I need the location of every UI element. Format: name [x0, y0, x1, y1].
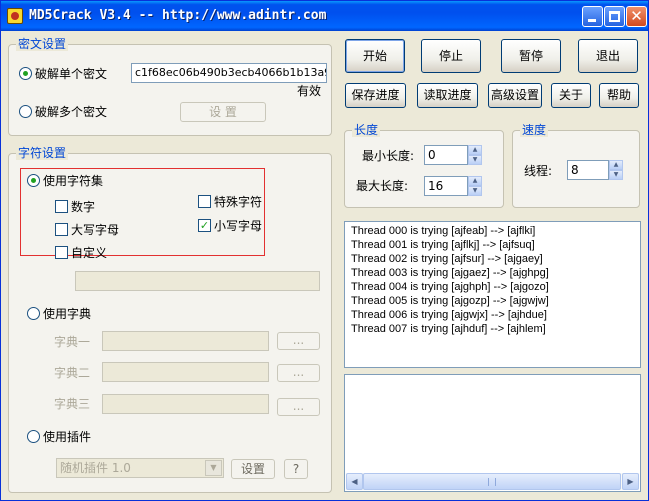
spin-down-icon[interactable]: ▼	[468, 186, 482, 196]
scrollbar-thumb[interactable]	[363, 473, 621, 490]
dict1-browse-button[interactable]: ...	[277, 332, 320, 350]
length-group: 长度 最小长度: 0 ▲ ▼ 最大长度: 16 ▲ ▼	[344, 123, 504, 208]
min-length-input[interactable]: 0	[424, 145, 468, 165]
close-icon: ✕	[630, 7, 643, 25]
maximize-button[interactable]	[604, 6, 625, 27]
maximize-icon	[609, 11, 620, 22]
use-dict-label[interactable]: 使用字典	[43, 306, 91, 322]
stop-button[interactable]: 停止	[421, 39, 481, 73]
speed-group: 速度 线程: 8 ▲ ▼	[512, 123, 640, 208]
lowercase-label[interactable]: 小写字母	[214, 218, 262, 234]
minimize-button[interactable]	[582, 6, 603, 27]
app-window: MD5Crack V3.4 -- http://www.adintr.com ✕…	[0, 0, 649, 501]
digits-label[interactable]: 数字	[71, 199, 95, 215]
scroll-left-icon[interactable]: ◀	[346, 473, 363, 490]
spin-up-icon[interactable]: ▲	[468, 176, 482, 186]
spin-down-icon[interactable]: ▼	[609, 170, 623, 180]
app-logo-icon	[7, 8, 23, 24]
custom-chars-input[interactable]	[75, 271, 320, 291]
chevron-down-icon[interactable]: ▼	[205, 460, 222, 476]
log-line: Thread 006 is trying [ajgwjx] --> [ajhdu…	[351, 309, 547, 321]
max-length-stepper[interactable]: ▲ ▼	[468, 176, 482, 196]
dict3-label: 字典三	[54, 397, 91, 411]
single-cipher-label[interactable]: 破解单个密文	[35, 66, 107, 82]
spin-down-icon[interactable]: ▼	[468, 155, 482, 165]
use-charset-label[interactable]: 使用字符集	[43, 173, 103, 189]
log-line: Thread 007 is trying [ajhduf] --> [ajhle…	[351, 323, 546, 335]
dict2-input[interactable]	[102, 362, 269, 382]
multi-cipher-radio[interactable]	[19, 105, 32, 118]
dict1-label: 字典一	[54, 335, 91, 349]
use-dict-radio[interactable]	[27, 307, 40, 320]
exit-button[interactable]: 退出	[578, 39, 638, 73]
pause-button[interactable]: 暂停	[501, 39, 561, 73]
cipher-settings-group: 密文设置 破解单个密文 c1f68ec06b490b3ecb4066b1b13a…	[8, 37, 332, 136]
spin-up-icon[interactable]: ▲	[609, 160, 623, 170]
speed-group-title: 速度	[520, 123, 549, 137]
save-progress-button[interactable]: 保存进度	[345, 83, 406, 108]
plugin-select[interactable]: 随机插件 1.0 ▼	[56, 458, 224, 478]
length-group-title: 长度	[352, 123, 381, 137]
custom-chars-label[interactable]: 自定义	[71, 245, 107, 261]
max-length-label: 最大长度:	[356, 179, 409, 193]
minimize-icon	[588, 19, 596, 22]
start-button[interactable]: 开始	[345, 39, 405, 73]
log-line: Thread 002 is trying [ajfsur] --> [ajgae…	[351, 253, 543, 265]
digits-checkbox[interactable]	[55, 200, 68, 213]
custom-chars-checkbox[interactable]	[55, 246, 68, 259]
threads-input[interactable]: 8	[567, 160, 609, 180]
special-chars-label[interactable]: 特殊字符	[214, 194, 262, 210]
load-progress-button[interactable]: 读取进度	[417, 83, 478, 108]
single-cipher-radio[interactable]	[19, 67, 32, 80]
charset-settings-group: 字符设置 使用字符集 数字 特殊字符 大写字母 ✓ 小写字母 自定义 使用字典 …	[8, 146, 332, 493]
log-line: Thread 003 is trying [ajgaez] --> [ajghp…	[351, 267, 549, 279]
dict3-browse-button[interactable]: ...	[277, 398, 320, 416]
hash-input[interactable]: c1f68ec06b490b3ecb4066b1b13a9ee9	[131, 63, 327, 83]
use-plugin-radio[interactable]	[27, 430, 40, 443]
result-output-box[interactable]: ◀ ▶	[344, 374, 641, 492]
log-line: Thread 001 is trying [ajflkj] --> [ajfsu…	[351, 239, 535, 251]
special-chars-checkbox[interactable]	[198, 195, 211, 208]
lowercase-checkbox[interactable]: ✓	[198, 219, 211, 232]
advanced-settings-button[interactable]: 高级设置	[488, 83, 542, 108]
charset-settings-title: 字符设置	[16, 146, 69, 160]
hash-valid-status: 有效	[297, 84, 322, 98]
dict1-input[interactable]	[102, 331, 269, 351]
log-line: Thread 005 is trying [ajgozp] --> [ajgwj…	[351, 295, 549, 307]
plugin-help-button[interactable]: ?	[284, 459, 308, 479]
uppercase-checkbox[interactable]	[55, 223, 68, 236]
threads-stepper[interactable]: ▲ ▼	[609, 160, 623, 180]
uppercase-label[interactable]: 大写字母	[71, 222, 119, 238]
check-mark-icon: ✓	[199, 219, 210, 232]
log-line: Thread 000 is trying [ajfeab] --> [ajflk…	[351, 225, 536, 237]
threads-label: 线程:	[524, 164, 553, 178]
plugin-selected-value: 随机插件 1.0	[60, 461, 131, 475]
grip-icon	[488, 478, 496, 486]
min-length-label: 最小长度:	[362, 149, 415, 163]
title-bar[interactable]: MD5Crack V3.4 -- http://www.adintr.com ✕	[1, 1, 648, 31]
window-title: MD5Crack V3.4 -- http://www.adintr.com	[29, 8, 327, 23]
max-length-input[interactable]: 16	[424, 176, 468, 196]
close-button[interactable]: ✕	[626, 6, 647, 27]
min-length-stepper[interactable]: ▲ ▼	[468, 145, 482, 165]
log-line: Thread 004 is trying [ajghph] --> [ajgoz…	[351, 281, 549, 293]
use-charset-radio[interactable]	[27, 174, 40, 187]
use-plugin-label[interactable]: 使用插件	[43, 429, 91, 445]
dict3-input[interactable]	[102, 394, 269, 414]
multi-cipher-label[interactable]: 破解多个密文	[35, 104, 107, 120]
spin-up-icon[interactable]: ▲	[468, 145, 482, 155]
help-button[interactable]: 帮助	[599, 83, 639, 108]
about-button[interactable]: 关于	[551, 83, 591, 108]
scroll-right-icon[interactable]: ▶	[622, 473, 639, 490]
dict2-label: 字典二	[54, 366, 91, 380]
dict2-browse-button[interactable]: ...	[277, 364, 320, 382]
multi-cipher-settings-button[interactable]: 设 置	[180, 102, 266, 122]
cipher-settings-title: 密文设置	[16, 37, 69, 51]
thread-log-list[interactable]: Thread 000 is trying [ajfeab] --> [ajflk…	[344, 221, 641, 368]
horizontal-scrollbar[interactable]: ◀ ▶	[346, 473, 639, 490]
plugin-settings-button[interactable]: 设置	[231, 459, 275, 479]
